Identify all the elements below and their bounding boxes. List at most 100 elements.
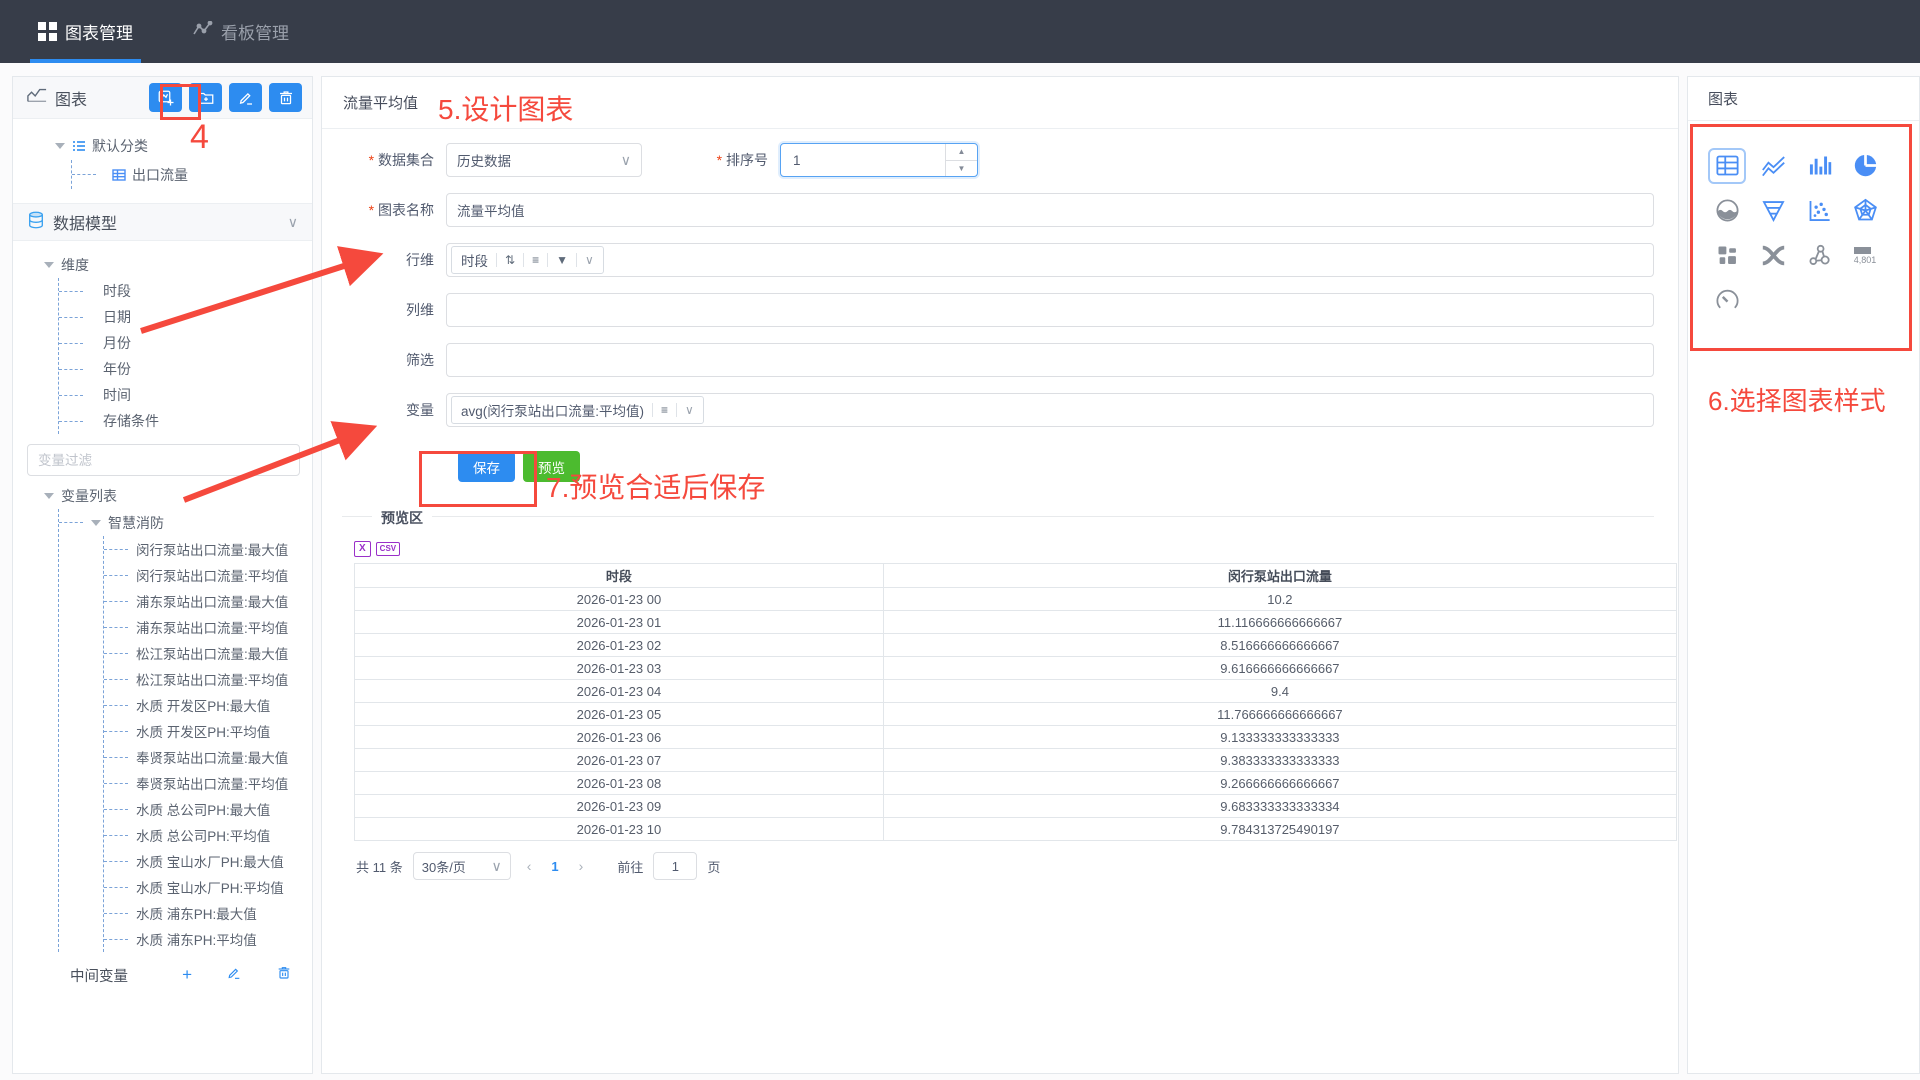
tree-node-variable[interactable]: 水质 宝山水厂PH:最大值 (104, 848, 312, 874)
tree-node-variable[interactable]: 水质 宝山水厂PH:平均值 (104, 874, 312, 900)
goto-label: 前往 (617, 857, 643, 876)
export-excel-icon[interactable]: X (354, 541, 371, 557)
plus-icon[interactable]: + (182, 965, 192, 985)
tree-node-dimension[interactable]: 存储条件 (59, 408, 312, 434)
gauge-chart-icon[interactable] (1708, 283, 1746, 319)
number-stepper[interactable]: ▲ ▼ (945, 144, 977, 176)
tree-node-dimension[interactable]: 时间 (59, 382, 312, 408)
tree-node-dimension[interactable]: 时段 (59, 278, 312, 304)
tree-node-variable[interactable]: 奉贤泵站出口流量:平均值 (104, 770, 312, 796)
funnel-chart-icon[interactable] (1754, 193, 1792, 229)
save-button[interactable]: 保存 (458, 451, 515, 482)
chevron-down-icon[interactable]: ∨ (685, 403, 694, 417)
liquid-gauge-icon[interactable] (1708, 193, 1746, 229)
delete-button[interactable] (269, 83, 302, 112)
align-icon[interactable]: ≡ (661, 403, 668, 417)
filter-box[interactable] (446, 343, 1654, 377)
goto-page-input[interactable] (653, 852, 697, 880)
sort-number-input[interactable]: 1 ▲ ▼ (780, 143, 978, 177)
add-folder-button[interactable] (189, 83, 222, 112)
tree-node-variable[interactable]: 水质 开发区PH:最大值 (104, 692, 312, 718)
tree-node-variable[interactable]: 奉贤泵站出口流量:最大值 (104, 744, 312, 770)
row-dimension-label: 行维 (342, 250, 446, 270)
prev-page-icon[interactable]: ‹ (521, 858, 538, 874)
number-card-value: 4,801 (1854, 256, 1877, 265)
tree-node-variable[interactable]: 水质 总公司PH:最大值 (104, 796, 312, 822)
radar-chart-icon[interactable] (1846, 193, 1884, 229)
delete-icon[interactable] (276, 965, 292, 986)
next-page-icon[interactable]: › (573, 858, 590, 874)
edit-button[interactable] (229, 83, 262, 112)
edit-icon[interactable] (226, 965, 242, 986)
col-dimension-label: 列维 (342, 300, 446, 320)
tree-node-variable[interactable]: 闵行泵站出口流量:平均值 (104, 562, 312, 588)
tree-node-dimension[interactable]: 日期 (59, 304, 312, 330)
tree-node-variable[interactable]: 松江泵站出口流量:平均值 (104, 666, 312, 692)
variable-box[interactable]: avg(闵行泵站出口流量:平均值) ≡ ∨ (446, 393, 1654, 427)
table-cell: 2026-01-23 02 (355, 634, 884, 657)
tree-node-smart-fire[interactable]: 智慧消防 (59, 509, 312, 536)
pie-chart-icon[interactable] (1846, 148, 1884, 184)
tree-node-variable[interactable]: 水质 浦东PH:最大值 (104, 900, 312, 926)
bar-chart-icon[interactable] (1800, 148, 1838, 184)
row-dimension-box[interactable]: 时段 ⇅ ≡ ▼ ∨ (446, 243, 1654, 277)
line-chart-icon[interactable] (1754, 148, 1792, 184)
align-icon[interactable]: ≡ (532, 253, 539, 267)
top-navbar: 图表管理 看板管理 (0, 0, 1920, 63)
export-csv-icon[interactable]: CSV (376, 542, 400, 556)
tree-node-dimension[interactable]: 月份 (59, 330, 312, 356)
step-down-icon[interactable]: ▼ (946, 161, 977, 177)
chevron-down-icon[interactable]: ∨ (585, 253, 594, 267)
tree-node-label: 维度 (61, 255, 89, 275)
tree-node-label: 变量列表 (61, 486, 117, 506)
preview-button[interactable]: 预览 (523, 451, 580, 482)
row-dimension-chip[interactable]: 时段 ⇅ ≡ ▼ ∨ (451, 246, 604, 274)
filter-funnel-icon[interactable]: ▼ (556, 253, 568, 267)
variable-chip[interactable]: avg(闵行泵站出口流量:平均值) ≡ ∨ (451, 396, 704, 424)
filter-label: 筛选 (342, 350, 446, 370)
dataset-select[interactable]: 历史数据 ∨ (446, 143, 642, 177)
tree-node-variable[interactable]: 水质 浦东PH:平均值 (104, 926, 312, 952)
sort-icon[interactable]: ⇅ (505, 253, 515, 267)
chart-name-input[interactable]: 流量平均值 (446, 193, 1654, 227)
table-cell: 9.616666666666667 (883, 657, 1676, 680)
sankey-chart-icon[interactable] (1754, 238, 1792, 274)
scatter-chart-icon[interactable] (1800, 193, 1838, 229)
page-size-select[interactable]: 30条/页 ∨ (413, 852, 511, 880)
tree-node-dimensions[interactable]: 维度 (13, 251, 312, 278)
table-cell: 9.784313725490197 (883, 818, 1676, 841)
tree-node-default-category[interactable]: 默认分类 (13, 131, 312, 160)
tree-node-export-flow[interactable]: 出口流量 (72, 160, 312, 189)
tab-dashboard-management[interactable]: 看板管理 (177, 0, 305, 63)
table-cell: 2026-01-23 00 (355, 588, 884, 611)
graph-chart-icon[interactable] (1800, 238, 1838, 274)
tree-node-variable[interactable]: 水质 总公司PH:平均值 (104, 822, 312, 848)
table-chart-icon[interactable] (1708, 148, 1746, 184)
tree-node-dimension[interactable]: 年份 (59, 356, 312, 382)
heatmap-chart-icon[interactable] (1708, 238, 1746, 274)
variable-filter-input[interactable] (27, 444, 300, 476)
tree-node-variable[interactable]: 松江泵站出口流量:最大值 (104, 640, 312, 666)
col-dimension-box[interactable] (446, 293, 1654, 327)
add-chart-button[interactable] (149, 83, 182, 112)
chip-label: 时段 (461, 250, 488, 270)
tree-node-variable-list[interactable]: 变量列表 (13, 482, 312, 509)
tree-node-variable[interactable]: 浦东泵站出口流量:最大值 (104, 588, 312, 614)
chevron-down-icon[interactable]: ∨ (288, 214, 298, 231)
dashboard-icon (193, 21, 213, 42)
grid-icon (38, 22, 57, 41)
caret-down-icon (44, 262, 54, 268)
number-card-icon[interactable]: 4,801 (1846, 238, 1884, 274)
current-page[interactable]: 1 (547, 859, 562, 874)
tree-node-variable[interactable]: 浦东泵站出口流量:平均值 (104, 614, 312, 640)
step-up-icon[interactable]: ▲ (946, 144, 977, 161)
table-row: 2026-01-23 089.266666666666667 (355, 772, 1677, 795)
tree-node-label: 松江泵站出口流量:最大值 (136, 643, 288, 663)
tree-node-variable[interactable]: 水质 开发区PH:平均值 (104, 718, 312, 744)
chart-name-value: 流量平均值 (457, 200, 525, 220)
preview-section-label: 预览区 (372, 508, 432, 528)
table-cell: 2026-01-23 06 (355, 726, 884, 749)
tree-node-variable[interactable]: 闵行泵站出口流量:最大值 (104, 536, 312, 562)
tab-chart-management[interactable]: 图表管理 (22, 0, 149, 63)
data-model-header[interactable]: 数据模型 ∨ (13, 203, 312, 241)
